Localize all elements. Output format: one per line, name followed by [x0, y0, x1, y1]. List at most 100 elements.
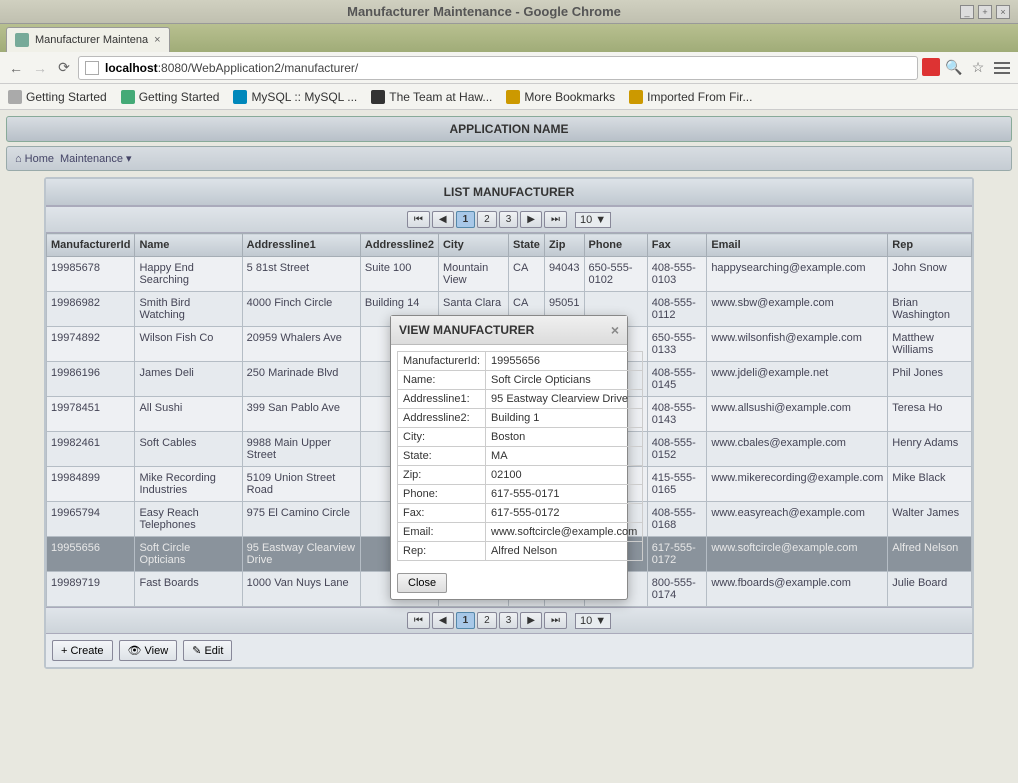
dialog-close-icon[interactable]: ×: [611, 322, 619, 338]
back-icon[interactable]: ←: [6, 58, 26, 78]
favicon-icon: [15, 33, 29, 47]
page-number[interactable]: 2: [477, 211, 497, 228]
field-label: Rep:: [398, 542, 486, 561]
table-cell: 19985678: [47, 257, 135, 292]
app-header: APPLICATION NAME: [6, 116, 1012, 142]
view-button[interactable]: 👁 View: [119, 640, 178, 661]
column-header[interactable]: Addressline1: [242, 234, 360, 257]
minimize-icon[interactable]: _: [960, 5, 974, 19]
bookmark-item[interactable]: Getting Started: [8, 90, 107, 104]
column-header[interactable]: City: [438, 234, 508, 257]
table-cell: 95 Eastway Clearview Drive: [242, 537, 360, 572]
column-header[interactable]: Fax: [647, 234, 707, 257]
table-cell: Teresa Ho: [888, 397, 972, 432]
forward-icon[interactable]: →: [30, 58, 50, 78]
field-value: Building 1: [486, 409, 643, 428]
field-value: 19955656: [486, 352, 643, 371]
url-input[interactable]: localhost:8080/WebApplication2/manufactu…: [78, 56, 918, 80]
page-next-icon[interactable]: ▶: [520, 612, 542, 629]
page-first-icon[interactable]: ⏮: [407, 612, 430, 629]
zoom-icon[interactable]: 🔍: [944, 58, 964, 78]
column-header[interactable]: Rep: [888, 234, 972, 257]
field-value: 617-555-0171: [486, 485, 643, 504]
bookmark-icon: [629, 90, 643, 104]
field-label: Addressline1:: [398, 390, 486, 409]
table-cell: 19986982: [47, 292, 135, 327]
bookmark-icon: [8, 90, 22, 104]
edit-button[interactable]: ✎ Edit: [183, 640, 232, 661]
column-header[interactable]: State: [509, 234, 545, 257]
browser-tabstrip: Manufacturer Maintena ×: [0, 24, 1018, 52]
column-header[interactable]: Name: [135, 234, 242, 257]
menu-icon[interactable]: [992, 58, 1012, 78]
table-cell: 4000 Finch Circle: [242, 292, 360, 327]
page-size-select[interactable]: 10 ▼: [575, 212, 611, 228]
page-number[interactable]: 3: [499, 211, 519, 228]
column-header[interactable]: ManufacturerId: [47, 234, 135, 257]
table-cell: 408-555-0103: [647, 257, 707, 292]
table-cell: www.fboards@example.com: [707, 572, 888, 607]
table-cell: 19986196: [47, 362, 135, 397]
page-number[interactable]: 1: [456, 612, 476, 629]
close-button[interactable]: Close: [397, 573, 447, 593]
table-cell: 399 San Pablo Ave: [242, 397, 360, 432]
browser-navbar: ← → ⟳ localhost:8080/WebApplication2/man…: [0, 52, 1018, 84]
page-size-select[interactable]: 10 ▼: [575, 613, 611, 629]
reload-icon[interactable]: ⟳: [54, 58, 74, 78]
field-value: Boston: [486, 428, 643, 447]
panel-title: LIST MANUFACTURER: [46, 179, 972, 206]
table-cell: 408-555-0152: [647, 432, 707, 467]
bookmark-item[interactable]: More Bookmarks: [506, 90, 615, 104]
create-button[interactable]: + Create: [52, 640, 113, 661]
dialog-header[interactable]: VIEW MANUFACTURER ×: [391, 316, 627, 345]
field-label: Name:: [398, 371, 486, 390]
page-last-icon[interactable]: ⏭: [544, 612, 567, 629]
page-first-icon[interactable]: ⏮: [407, 211, 430, 228]
column-header[interactable]: Email: [707, 234, 888, 257]
browser-tab[interactable]: Manufacturer Maintena ×: [6, 27, 170, 52]
bookmark-item[interactable]: MySQL :: MySQL ...: [233, 90, 357, 104]
table-cell: CA: [509, 257, 545, 292]
table-cell: Wilson Fish Co: [135, 327, 242, 362]
page-prev-icon[interactable]: ◀: [432, 612, 454, 629]
page-number[interactable]: 3: [499, 612, 519, 629]
bookmark-item[interactable]: The Team at Haw...: [371, 90, 492, 104]
table-cell: Fast Boards: [135, 572, 242, 607]
bookmark-icon: [371, 90, 385, 104]
page-number[interactable]: 2: [477, 612, 497, 629]
bookmark-item[interactable]: Imported From Fir...: [629, 90, 752, 104]
page-number[interactable]: 1: [456, 211, 476, 228]
extension-icon[interactable]: [922, 58, 940, 76]
dialog-title: VIEW MANUFACTURER: [399, 323, 534, 337]
table-cell: www.softcircle@example.com: [707, 537, 888, 572]
table-cell: 250 Marinade Blvd: [242, 362, 360, 397]
bookmark-bar: Getting Started Getting Started MySQL :: M…: [0, 84, 1018, 110]
table-cell: www.jdeli@example.net: [707, 362, 888, 397]
tab-close-icon[interactable]: ×: [154, 34, 160, 46]
table-cell: happysearching@example.com: [707, 257, 888, 292]
table-cell: Alfred Nelson: [888, 537, 972, 572]
column-header[interactable]: Addressline2: [360, 234, 438, 257]
tab-title: Manufacturer Maintena: [35, 34, 148, 46]
field-label: Phone:: [398, 485, 486, 504]
close-window-icon[interactable]: ×: [996, 5, 1010, 19]
view-dialog: VIEW MANUFACTURER × ManufacturerId:19955…: [390, 315, 628, 600]
page-next-icon[interactable]: ▶: [520, 211, 542, 228]
table-row[interactable]: 19985678Happy End Searching5 81st Street…: [47, 257, 972, 292]
bookmark-star-icon[interactable]: ☆: [968, 58, 988, 78]
table-cell: 19965794: [47, 502, 135, 537]
page-prev-icon[interactable]: ◀: [432, 211, 454, 228]
field-label: Zip:: [398, 466, 486, 485]
breadcrumb-item[interactable]: Maintenance ▾: [60, 152, 132, 165]
page-last-icon[interactable]: ⏭: [544, 211, 567, 228]
breadcrumb-home[interactable]: Home: [15, 153, 54, 165]
table-cell: www.easyreach@example.com: [707, 502, 888, 537]
table-cell: 19955656: [47, 537, 135, 572]
column-header[interactable]: Phone: [584, 234, 647, 257]
table-cell: Suite 100: [360, 257, 438, 292]
bookmark-item[interactable]: Getting Started: [121, 90, 220, 104]
column-header[interactable]: Zip: [544, 234, 584, 257]
window-titlebar: Manufacturer Maintenance - Google Chrome…: [0, 0, 1018, 24]
bookmark-icon: [121, 90, 135, 104]
maximize-icon[interactable]: +: [978, 5, 992, 19]
